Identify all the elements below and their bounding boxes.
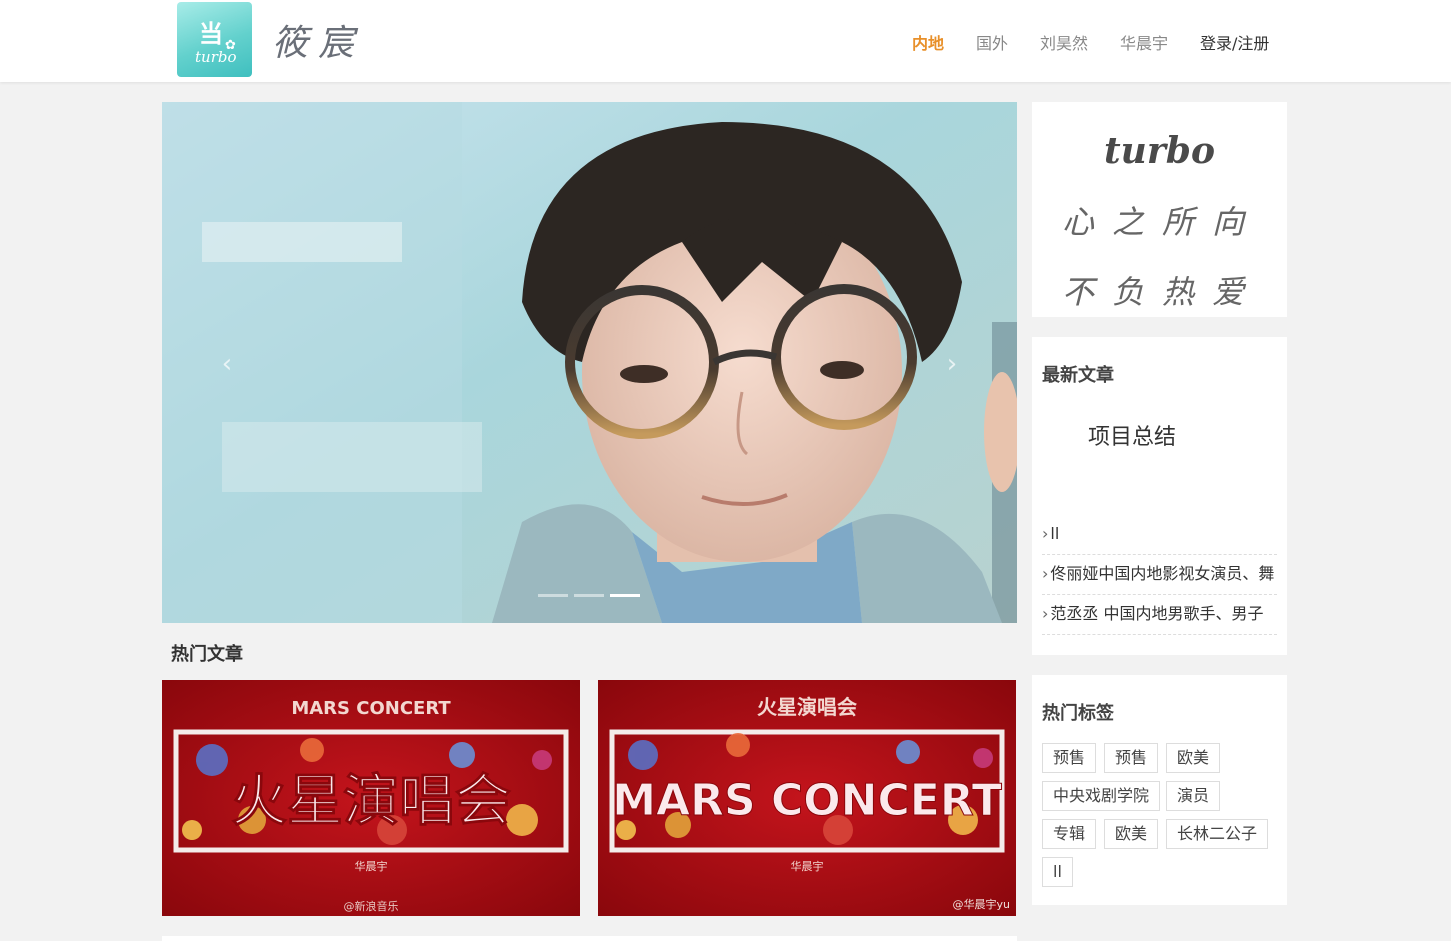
poster-top-text: MARS CONCERT xyxy=(291,698,451,719)
motto-title: turbo xyxy=(1104,130,1215,172)
carousel-indicator[interactable] xyxy=(574,594,604,597)
carousel-next-icon[interactable]: › xyxy=(937,342,967,386)
nav-item-mainland[interactable]: 内地 xyxy=(912,30,944,53)
tag-item[interactable]: 预售 xyxy=(1104,743,1159,773)
poster-main-text: 火星演唱会 xyxy=(231,768,511,834)
poster-artist: 华晨宇 xyxy=(355,859,388,873)
tag-item[interactable]: 欧美 xyxy=(1104,819,1159,849)
tag-item[interactable]: 中央戏剧学院 xyxy=(1042,781,1161,811)
chevron-right-icon: › xyxy=(1042,524,1049,543)
tag-item[interactable]: 专辑 xyxy=(1042,819,1097,849)
poster-image: MARS CONCERT 火星演唱会 华晨宇 @新浪音乐 xyxy=(162,680,580,916)
site-brand[interactable]: 筱宸 xyxy=(272,14,364,66)
latest-article-title: ll xyxy=(1050,524,1060,543)
nav-item-overseas[interactable]: 国外 xyxy=(976,30,1008,53)
site-header: 当 ✿ turbo 筱宸 内地 国外 刘昊然 华晨宇 登录/注册 xyxy=(0,0,1451,82)
hot-tags-card: 热门标签 预售 预售 欧美 中央戏剧学院 演员 专辑 欧美 长林二公子 ll xyxy=(1032,675,1287,905)
hot-tags-title: 热门标签 xyxy=(1042,703,1114,724)
latest-article-title: 佟丽娅中国内地影视女演员、舞 xyxy=(1050,564,1275,583)
content-strip xyxy=(162,936,1017,941)
poster-watermark: @华晨宇yu xyxy=(953,897,1010,911)
hot-articles-title: 热门文章 xyxy=(171,644,243,665)
chevron-right-icon: › xyxy=(1042,604,1049,623)
nav-item-hua-chenyu[interactable]: 华晨宇 xyxy=(1120,30,1168,53)
hero-carousel[interactable]: ‹ › xyxy=(162,102,1017,623)
nav-item-liu-haoran[interactable]: 刘昊然 xyxy=(1040,30,1088,53)
site-logo[interactable]: 当 ✿ turbo xyxy=(177,2,252,77)
latest-article-item[interactable]: › 佟丽娅中国内地影视女演员、舞 xyxy=(1042,555,1277,595)
logo-glyph: 当 xyxy=(199,19,223,48)
tag-item[interactable]: 欧美 xyxy=(1166,743,1221,773)
latest-article-item[interactable]: › ll xyxy=(1042,515,1277,555)
latest-article-item[interactable]: › 范丞丞 中国内地男歌手、男子 xyxy=(1042,595,1277,635)
tag-item[interactable]: ll xyxy=(1042,857,1073,887)
motto-line: 不负热爱 xyxy=(1062,273,1263,311)
poster-top-text: 火星演唱会 xyxy=(757,695,857,719)
latest-article-title: 范丞丞 中国内地男歌手、男子 xyxy=(1050,604,1264,623)
logo-word: turbo xyxy=(195,48,237,66)
motto-line: 心之所向 xyxy=(1062,203,1263,241)
poster-main-text: MARS CONCERT xyxy=(612,775,1002,826)
hot-article-poster[interactable]: MARS CONCERT 火星演唱会 华晨宇 @新浪音乐 xyxy=(162,680,580,916)
poster-image: 火星演唱会 MARS CONCERT 华晨宇 @华晨宇yu xyxy=(598,680,1016,916)
poster-artist: 华晨宇 xyxy=(791,859,824,873)
tag-item[interactable]: 预售 xyxy=(1042,743,1097,773)
hot-article-poster[interactable]: 火星演唱会 MARS CONCERT 华晨宇 @华晨宇yu xyxy=(598,680,1016,916)
latest-articles-title: 最新文章 xyxy=(1042,365,1114,386)
login-register-link[interactable]: 登录/注册 xyxy=(1200,30,1269,53)
carousel-prev-icon[interactable]: ‹ xyxy=(212,342,242,386)
tag-item[interactable]: 演员 xyxy=(1166,781,1221,811)
carousel-indicator-active[interactable] xyxy=(610,594,640,597)
motto-card: turbo 心之所向 不负热爱 xyxy=(1032,102,1287,317)
latest-articles-card: 最新文章 项目总结 › ll › 佟丽娅中国内地影视女演员、舞 › 范丞丞 中国内地男… xyxy=(1032,337,1287,655)
latest-feature-article[interactable]: 项目总结 xyxy=(1088,419,1176,451)
chevron-right-icon: › xyxy=(1042,564,1049,583)
carousel-slide-image xyxy=(162,102,1017,623)
tag-item[interactable]: 长林二公子 xyxy=(1166,819,1269,849)
poster-watermark: @新浪音乐 xyxy=(344,899,399,913)
carousel-indicator[interactable] xyxy=(538,594,568,597)
